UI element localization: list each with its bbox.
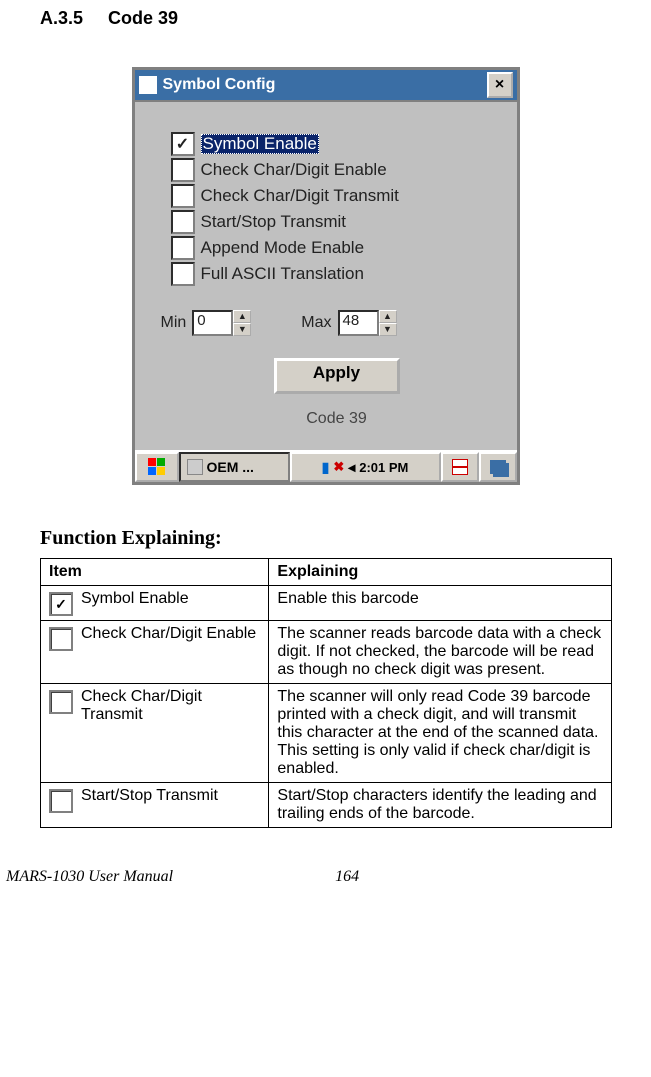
- checkbox-icon: [49, 592, 73, 616]
- checkbox-icon: [49, 690, 73, 714]
- item-label: Symbol Enable: [81, 590, 189, 608]
- min-value[interactable]: 0: [192, 310, 233, 336]
- checkbox-icon: [49, 627, 73, 651]
- clock: 2:01 PM: [359, 460, 408, 475]
- checkbox-icon[interactable]: [171, 158, 195, 182]
- explain-cell: The scanner will only read Code 39 barco…: [269, 684, 612, 783]
- option-append-mode-enable[interactable]: Append Mode Enable: [171, 236, 503, 260]
- section-heading: A.3.5 Code 39: [40, 8, 651, 29]
- header-explaining: Explaining: [269, 559, 612, 586]
- item-cell: Start/Stop Transmit: [41, 783, 269, 828]
- options-list: ✓ Symbol Enable Check Char/Digit Enable …: [171, 132, 503, 286]
- option-start-stop-transmit[interactable]: Start/Stop Transmit: [171, 210, 503, 234]
- checkbox-icon[interactable]: [171, 184, 195, 208]
- notepad-icon: [452, 459, 468, 475]
- app-small-icon: [187, 459, 203, 475]
- option-label: Symbol Enable: [201, 134, 319, 154]
- document-page: A.3.5 Code 39 Symbol Config × ✓ Symbol E…: [0, 0, 651, 890]
- max-label: Max: [301, 314, 331, 332]
- option-label: Check Char/Digit Transmit: [201, 186, 399, 206]
- min-spin[interactable]: ▲ ▼: [233, 310, 251, 336]
- device-screenshot: Symbol Config × ✓ Symbol Enable Check Ch…: [132, 67, 520, 485]
- apply-label: Apply: [313, 363, 360, 382]
- network-error-icon: ✖: [333, 459, 344, 475]
- explain-cell: Enable this barcode: [269, 586, 612, 621]
- item-label: Start/Stop Transmit: [81, 787, 218, 805]
- spin-up-icon[interactable]: ▲: [379, 310, 397, 323]
- option-label: Check Char/Digit Enable: [201, 160, 387, 180]
- windows-flag-icon: [148, 458, 166, 476]
- close-button[interactable]: ×: [487, 72, 513, 98]
- apply-button[interactable]: Apply: [274, 358, 400, 394]
- option-symbol-enable[interactable]: ✓ Symbol Enable: [171, 132, 503, 156]
- table-header-row: Item Explaining: [41, 559, 612, 586]
- header-item: Item: [41, 559, 269, 586]
- explain-cell: Start/Stop characters identify the leadi…: [269, 783, 612, 828]
- start-button[interactable]: [135, 452, 179, 482]
- app-icon: [139, 76, 157, 94]
- speaker-icon: ◂: [348, 459, 355, 476]
- tray-windows[interactable]: [479, 452, 517, 482]
- checkbox-icon: [49, 789, 73, 813]
- checkbox-icon[interactable]: ✓: [171, 132, 195, 156]
- table-row: Symbol Enable Enable this barcode: [41, 586, 612, 621]
- checkbox-icon[interactable]: [171, 236, 195, 260]
- item-cell: Check Char/Digit Enable: [41, 621, 269, 684]
- explaining-table: Item Explaining Symbol Enable Enable thi…: [40, 558, 612, 828]
- table-row: Start/Stop Transmit Start/Stop character…: [41, 783, 612, 828]
- max-spin[interactable]: ▲ ▼: [379, 310, 397, 336]
- spin-up-icon[interactable]: ▲: [233, 310, 251, 323]
- explain-cell: The scanner reads barcode data with a ch…: [269, 621, 612, 684]
- spin-down-icon[interactable]: ▼: [379, 323, 397, 336]
- option-label: Append Mode Enable: [201, 238, 365, 258]
- item-cell: Symbol Enable: [41, 586, 269, 621]
- taskbar-app-button[interactable]: OEM ...: [179, 452, 290, 482]
- option-label: Full ASCII Translation: [201, 264, 364, 284]
- heading-number: A.3.5: [40, 8, 83, 28]
- window-titlebar: Symbol Config ×: [135, 70, 517, 102]
- max-group: Max 48 ▲ ▼: [301, 310, 396, 336]
- code-name-label: Code 39: [171, 410, 503, 428]
- page-number: 164: [335, 868, 359, 886]
- close-icon: ×: [495, 76, 504, 94]
- option-full-ascii-translation[interactable]: Full ASCII Translation: [171, 262, 503, 286]
- taskbar-app-label: OEM ...: [207, 459, 254, 475]
- cascaded-windows-icon: [490, 460, 506, 474]
- min-max-row: Min 0 ▲ ▼ Max 48 ▲ ▼: [171, 310, 503, 336]
- item-label: Check Char/Digit Enable: [81, 625, 256, 643]
- function-explaining-title: Function Explaining:: [40, 527, 651, 550]
- table-row: Check Char/Digit Transmit The scanner wi…: [41, 684, 612, 783]
- system-tray[interactable]: ▮ ✖ ◂ 2:01 PM: [290, 452, 441, 482]
- page-footer: MARS-1030 User Manual 164: [0, 868, 651, 890]
- spin-down-icon[interactable]: ▼: [233, 323, 251, 336]
- max-stepper[interactable]: 48 ▲ ▼: [338, 310, 397, 336]
- item-cell: Check Char/Digit Transmit: [41, 684, 269, 783]
- min-group: Min 0 ▲ ▼: [161, 310, 252, 336]
- manual-title: MARS-1030 User Manual: [6, 868, 173, 886]
- heading-title: Code 39: [108, 8, 178, 28]
- option-check-char-transmit[interactable]: Check Char/Digit Transmit: [171, 184, 503, 208]
- item-label: Check Char/Digit Transmit: [81, 688, 260, 724]
- table-row: Check Char/Digit Enable The scanner read…: [41, 621, 612, 684]
- option-check-char-enable[interactable]: Check Char/Digit Enable: [171, 158, 503, 182]
- signal-icon: ▮: [322, 459, 330, 476]
- window-title: Symbol Config: [163, 76, 487, 94]
- checkbox-icon[interactable]: [171, 262, 195, 286]
- tray-notepad[interactable]: [441, 452, 479, 482]
- window-body: ✓ Symbol Enable Check Char/Digit Enable …: [135, 102, 517, 450]
- max-value[interactable]: 48: [338, 310, 379, 336]
- option-label: Start/Stop Transmit: [201, 212, 347, 232]
- taskbar: OEM ... ▮ ✖ ◂ 2:01 PM: [135, 450, 517, 482]
- min-label: Min: [161, 314, 187, 332]
- checkbox-icon[interactable]: [171, 210, 195, 234]
- min-stepper[interactable]: 0 ▲ ▼: [192, 310, 251, 336]
